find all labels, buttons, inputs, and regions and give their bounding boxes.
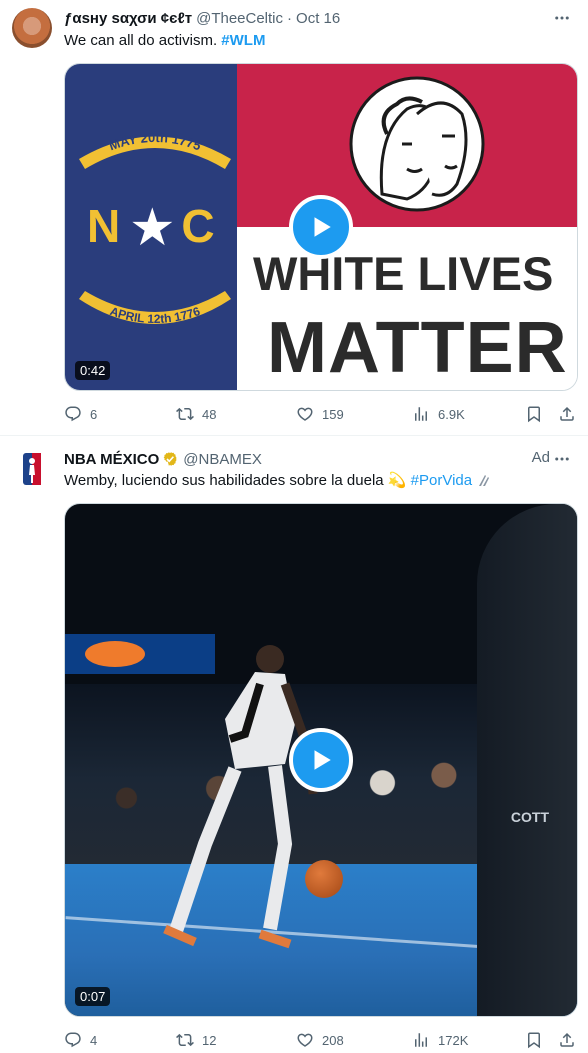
like-icon — [297, 407, 313, 421]
video-player[interactable]: COTT 0:07 — [64, 503, 578, 1017]
avatar[interactable] — [12, 8, 52, 48]
like-count: 159 — [322, 406, 344, 422]
author-handle[interactable]: @NBAMEX — [183, 451, 262, 468]
video-duration: 0:07 — [75, 987, 111, 1006]
tweet-text: Wemby, luciendo sus habilidades sobre la… — [64, 471, 574, 491]
retweet-count: 12 — [202, 1032, 217, 1048]
like-icon — [297, 1033, 313, 1047]
views-button[interactable]: 6.9K — [412, 405, 465, 423]
tweet-body: We can all do activism. — [64, 32, 222, 49]
play-icon[interactable] — [289, 728, 353, 792]
reply-button[interactable]: 4 — [64, 1031, 97, 1049]
retweet-button[interactable]: 48 — [176, 405, 216, 423]
views-count: 172K — [438, 1032, 469, 1048]
banner-bottom-text: APRIL 12th 1776 — [108, 304, 202, 326]
tweet-card[interactable]: ƒαѕнy ѕαχσи ¢єℓт @TheeCeltic · Oct 16 We… — [0, 0, 588, 436]
spurs-logo-icon — [479, 475, 490, 486]
bookmark-icon — [528, 1032, 540, 1049]
like-button[interactable]: 208 — [296, 1031, 344, 1049]
views-button[interactable]: 172K — [412, 1031, 468, 1049]
bookmark-button[interactable] — [525, 1031, 543, 1049]
sign-line-1: WHITE LIVES — [253, 247, 554, 300]
retweet-icon — [176, 407, 194, 421]
share-icon — [560, 1032, 574, 1047]
views-icon — [415, 1033, 427, 1047]
faces-illustration-icon — [349, 76, 485, 212]
author-name[interactable]: NBA MÉXICO — [64, 451, 159, 468]
tweet-actions: 6 48 159 6.9K — [64, 404, 576, 424]
like-button[interactable]: 159 — [296, 405, 344, 423]
player-figure-icon — [163, 645, 318, 949]
hashtag-link[interactable]: #WLM — [221, 32, 265, 49]
reply-icon — [65, 406, 81, 422]
svg-text:MAY 20th 1775: MAY 20th 1775 — [107, 130, 203, 153]
verified-badge-icon — [163, 452, 177, 466]
svg-text:APRIL 12th 1776: APRIL 12th 1776 — [108, 304, 202, 326]
like-count: 208 — [322, 1032, 344, 1048]
views-count: 6.9K — [438, 406, 465, 422]
ad-label: Ad — [531, 449, 550, 466]
sign-line-2: MATTER — [267, 308, 568, 388]
retweet-icon — [176, 1033, 194, 1047]
retweet-count: 48 — [202, 406, 217, 422]
more-icon[interactable] — [550, 449, 574, 469]
tweet-header: NBA MÉXICO @NBAMEX — [64, 449, 262, 469]
bottom-banner-scroll: APRIL 12th 1776 — [79, 291, 231, 326]
bookmark-icon — [528, 406, 540, 423]
views-icon — [415, 407, 427, 421]
author-handle[interactable]: @TheeCeltic — [196, 10, 283, 27]
video-duration: 0:42 — [75, 361, 111, 380]
star-icon: ★ — [129, 199, 176, 257]
reply-count: 6 — [90, 406, 98, 422]
tweet-text: We can all do activism. #WLM — [64, 31, 574, 51]
author-name[interactable]: ƒαѕнy ѕαχσи ¢єℓт — [64, 10, 192, 27]
video-player[interactable]: MAY 20th 1775 N C ★ APRIL 12th 1776 WHIT… — [64, 63, 578, 391]
nba-logo-icon — [23, 453, 41, 485]
banner-top-text: MAY 20th 1775 — [107, 130, 203, 153]
tweet-actions: 4 12 208 172K — [64, 1030, 576, 1050]
tweet-body: Wemby, luciendo sus habilidades sobre la… — [64, 472, 411, 489]
separator-dot: · — [287, 9, 293, 27]
jersey-text: COTT — [510, 809, 549, 825]
reply-count: 4 — [90, 1032, 98, 1048]
hashtag-link[interactable]: #PorVida — [411, 472, 472, 489]
reply-icon — [65, 1032, 81, 1048]
avatar[interactable] — [12, 449, 52, 489]
share-button[interactable] — [558, 1031, 576, 1049]
top-banner-scroll: MAY 20th 1775 — [79, 130, 231, 169]
basketball-icon — [305, 860, 343, 898]
share-icon — [560, 406, 574, 421]
bookmark-button[interactable] — [525, 405, 543, 423]
play-icon[interactable] — [289, 195, 353, 259]
more-icon[interactable] — [550, 8, 574, 28]
defender-figure — [477, 504, 577, 1016]
share-button[interactable] — [558, 405, 576, 423]
retweet-button[interactable]: 12 — [176, 1031, 216, 1049]
tweet-date[interactable]: Oct 16 — [296, 10, 340, 27]
reply-button[interactable]: 6 — [64, 405, 97, 423]
tweet-header: ƒαѕнy ѕαχσи ¢єℓт @TheeCeltic · Oct 16 — [64, 8, 340, 28]
tweet-card[interactable]: NBA MÉXICO @NBAMEX Ad Wemby, luciendo su… — [0, 437, 588, 1053]
